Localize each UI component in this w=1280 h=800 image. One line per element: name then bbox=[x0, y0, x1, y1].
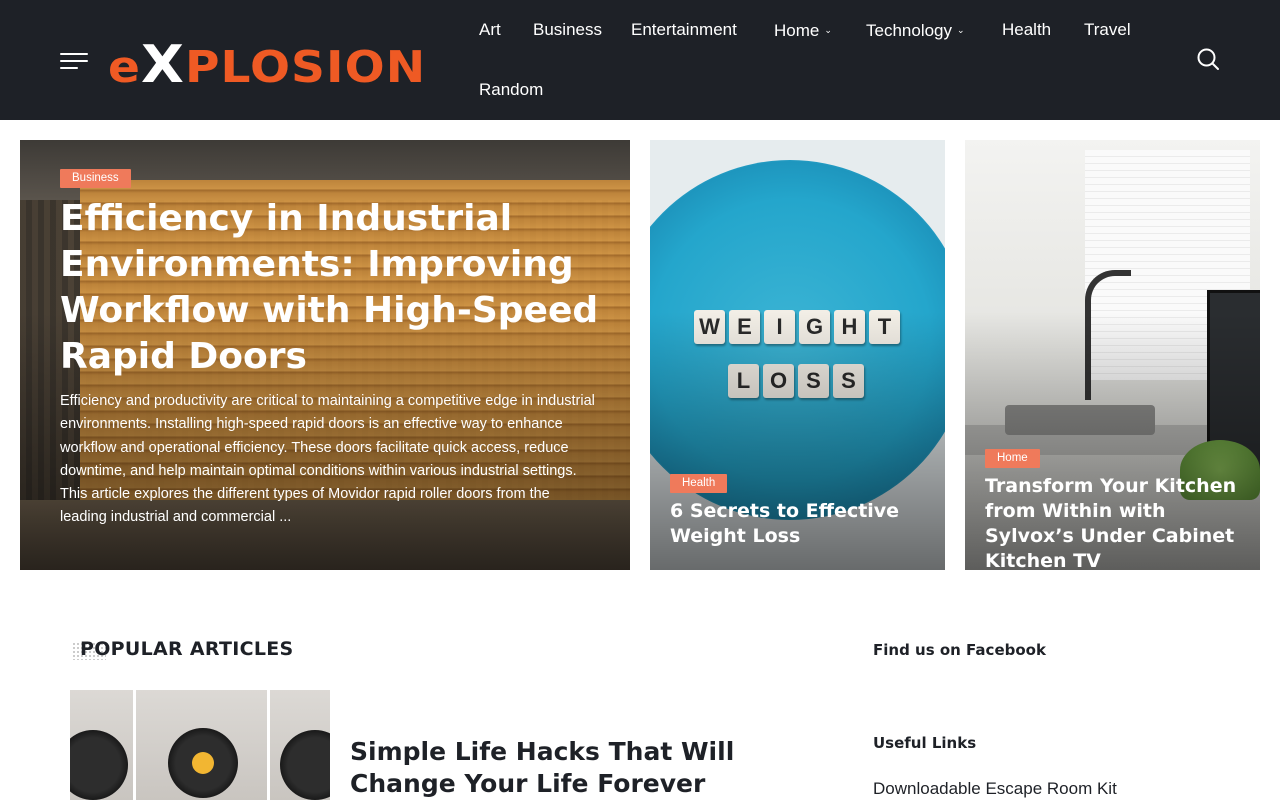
nav-item-random[interactable]: Random bbox=[464, 60, 558, 120]
thumb-pan bbox=[280, 730, 330, 800]
category-badge[interactable]: Health bbox=[670, 474, 728, 493]
popular-articles-heading: POPULAR ARTICLES bbox=[80, 638, 294, 660]
nav-label: Random bbox=[479, 80, 544, 99]
chevron-down-icon: ⌄ bbox=[957, 25, 965, 35]
menu-line bbox=[60, 67, 78, 69]
nav-label: Art bbox=[479, 20, 501, 39]
hamburger-menu-icon[interactable] bbox=[60, 52, 88, 70]
menu-line bbox=[60, 53, 88, 55]
popular-article-title[interactable]: Simple Life Hacks That Will Change Your … bbox=[350, 736, 820, 800]
nav-item-business[interactable]: Business bbox=[518, 0, 617, 60]
main-nav: Art Business Entertainment Home ⌄ Technol… bbox=[464, 0, 1164, 120]
nav-label: Health bbox=[1002, 20, 1052, 39]
site-header: eXPLOSION Art Business Entertainment Hom… bbox=[0, 0, 1280, 120]
search-icon[interactable] bbox=[1196, 47, 1220, 71]
useful-link[interactable]: Downloadable Escape Room Kit bbox=[873, 779, 1117, 799]
nav-item-entertainment[interactable]: Entertainment bbox=[616, 0, 752, 60]
logo-text: eXPLOSION bbox=[108, 39, 427, 93]
category-badge[interactable]: Business bbox=[60, 169, 131, 188]
logo-part: e bbox=[108, 42, 142, 93]
article-thumbnail[interactable] bbox=[70, 690, 330, 800]
chevron-down-icon: ⌄ bbox=[824, 25, 832, 35]
facebook-heading: Find us on Facebook bbox=[873, 641, 1046, 659]
featured-article-excerpt: Efficiency and productivity are critical… bbox=[60, 393, 595, 526]
logo-part: X bbox=[141, 35, 185, 95]
nav-item-home[interactable]: Home ⌄ bbox=[759, 0, 847, 60]
menu-line bbox=[60, 60, 88, 62]
featured-article-title[interactable]: 6 Secrets to Effective Weight Loss bbox=[670, 499, 930, 549]
featured-article-card-kitchen[interactable]: Home Transform Your Kitchen from Within … bbox=[965, 140, 1260, 570]
useful-links-heading: Useful Links bbox=[873, 734, 977, 752]
nav-label: Technology bbox=[866, 21, 953, 40]
featured-article-title[interactable]: Efficiency in Industrial Environments: I… bbox=[60, 196, 600, 380]
featured-article-card-main[interactable]: Business Efficiency in Industrial Enviro… bbox=[20, 140, 630, 570]
nav-label: Travel bbox=[1084, 20, 1131, 39]
thumb-pan bbox=[70, 730, 128, 800]
featured-article-title[interactable]: Transform Your Kitchen from Within with … bbox=[985, 474, 1250, 570]
nav-item-art[interactable]: Art bbox=[464, 0, 516, 60]
thumb-panel bbox=[136, 690, 270, 800]
thumb-panel bbox=[70, 690, 136, 800]
nav-item-technology[interactable]: Technology ⌄ bbox=[851, 0, 980, 60]
category-badge[interactable]: Home bbox=[985, 449, 1040, 468]
nav-label: Home bbox=[774, 21, 820, 40]
logo-part: PLOSION bbox=[184, 42, 427, 93]
thumb-egg bbox=[192, 752, 214, 774]
site-logo[interactable]: eXPLOSION bbox=[108, 39, 450, 93]
nav-label: Business bbox=[533, 20, 602, 39]
nav-label: Entertainment bbox=[631, 20, 737, 39]
nav-item-travel[interactable]: Travel bbox=[1069, 0, 1146, 60]
thumb-panel bbox=[270, 690, 330, 800]
nav-item-health[interactable]: Health bbox=[987, 0, 1066, 60]
featured-article-card-weight[interactable]: W E I G H T L O S S Health 6 Secrets to … bbox=[650, 140, 945, 570]
